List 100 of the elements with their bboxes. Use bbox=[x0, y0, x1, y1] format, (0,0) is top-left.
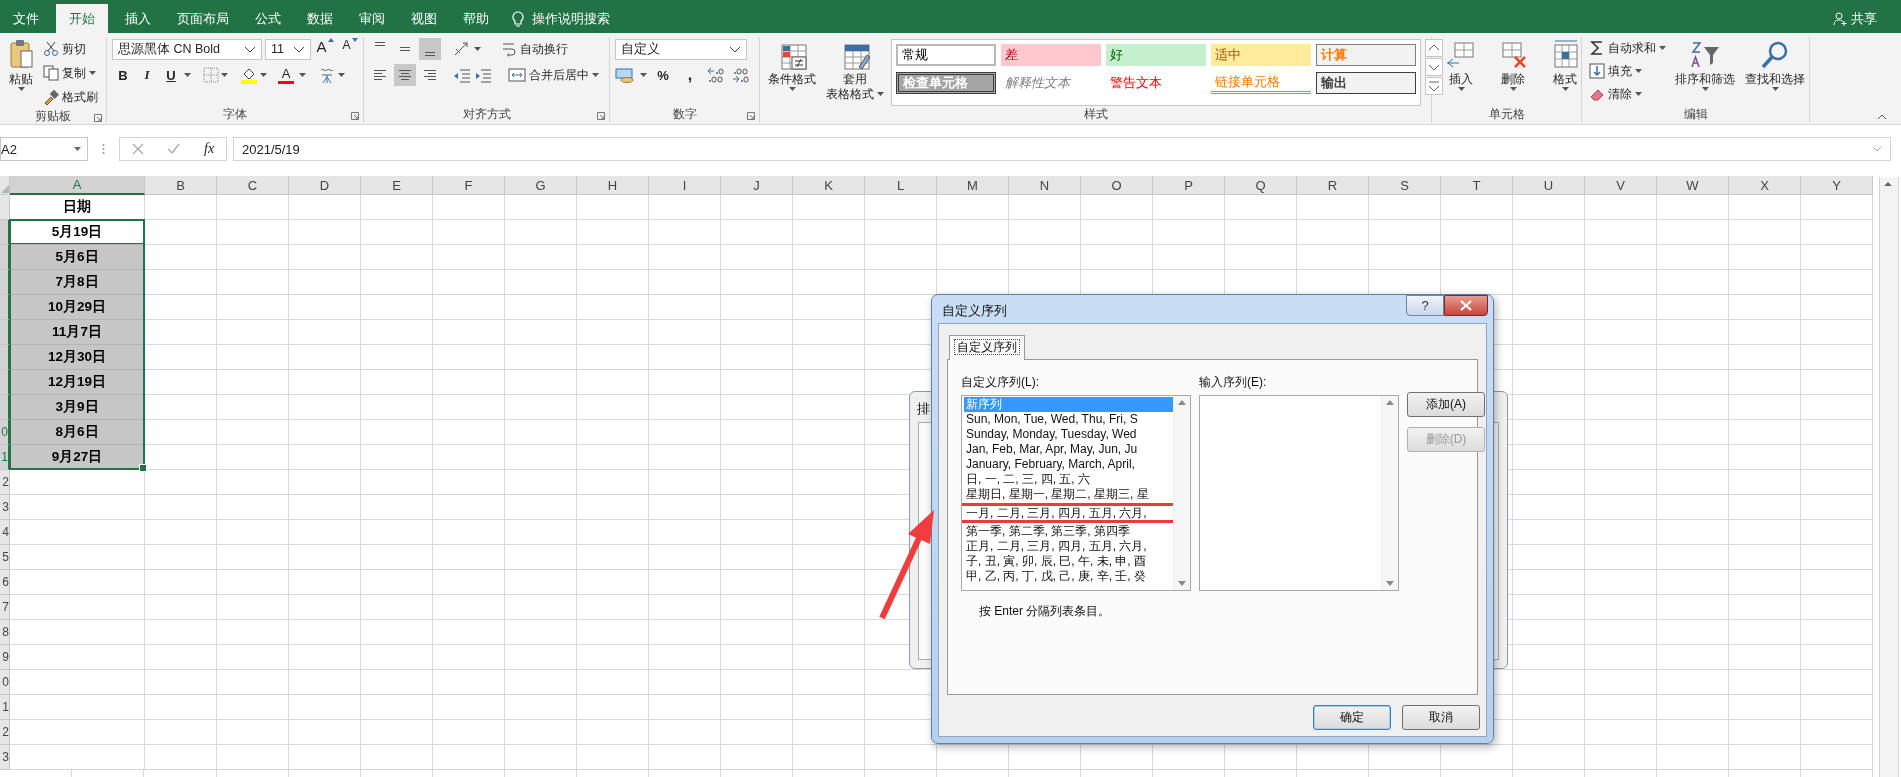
row-header[interactable] bbox=[0, 345, 10, 370]
close-button[interactable] bbox=[1444, 295, 1488, 316]
italic-button[interactable]: I bbox=[136, 64, 158, 86]
currency-icon[interactable] bbox=[615, 67, 635, 83]
bold-button[interactable]: B bbox=[112, 64, 134, 86]
underline-button[interactable]: U bbox=[160, 64, 182, 86]
collapse-ribbon-icon[interactable] bbox=[1877, 114, 1887, 120]
font-name-field[interactable]: 思源黑体 CN Bold bbox=[112, 38, 262, 60]
decrease-decimal-icon[interactable] bbox=[731, 66, 751, 84]
cut-button[interactable]: 剪切 bbox=[41, 38, 100, 60]
caret-icon[interactable] bbox=[592, 73, 599, 77]
row-header[interactable] bbox=[0, 320, 10, 345]
ribbon-tab[interactable]: 数据 bbox=[294, 4, 346, 33]
ribbon-tab[interactable]: 审阅 bbox=[346, 4, 398, 33]
column-header[interactable]: W bbox=[1657, 176, 1729, 195]
increase-decimal-icon[interactable] bbox=[706, 66, 726, 84]
formula-input[interactable]: 2021/5/19 bbox=[233, 137, 1891, 161]
horizontal-align-button[interactable] bbox=[394, 64, 416, 86]
fill-button[interactable]: 填充 bbox=[1587, 60, 1668, 82]
check-icon[interactable] bbox=[167, 143, 181, 155]
increase-indent-icon[interactable] bbox=[474, 67, 492, 83]
ribbon-tab[interactable]: 页面布局 bbox=[164, 4, 242, 33]
chevron-down-icon[interactable] bbox=[244, 45, 256, 53]
cells-button[interactable]: 删除 bbox=[1489, 37, 1537, 106]
column-header[interactable]: E bbox=[361, 176, 433, 195]
list-item[interactable]: 甲, 乙, 丙, 丁, 戊, 己, 庚, 辛, 壬, 癸 bbox=[964, 569, 1173, 584]
caret-icon[interactable] bbox=[299, 73, 306, 77]
sort-filter-button[interactable]: 排序和筛选 bbox=[1672, 37, 1738, 106]
caret-icon[interactable] bbox=[89, 71, 96, 75]
caret-icon[interactable] bbox=[1561, 87, 1569, 91]
list-item[interactable]: 一月, 二月, 三月, 四月, 五月, 六月, bbox=[962, 503, 1173, 523]
percent-button[interactable]: % bbox=[652, 64, 674, 86]
column-header[interactable]: B bbox=[145, 176, 217, 195]
font-size-field[interactable]: 11 bbox=[265, 38, 311, 60]
text-orientation-icon[interactable] bbox=[453, 41, 471, 57]
column-header[interactable]: S bbox=[1369, 176, 1441, 195]
column-header[interactable]: V bbox=[1585, 176, 1657, 195]
caret-icon[interactable] bbox=[1659, 46, 1666, 50]
cells-button[interactable]: 插入 bbox=[1437, 37, 1485, 106]
ok-button[interactable]: 确定 bbox=[1313, 705, 1391, 730]
caret-icon[interactable] bbox=[17, 87, 25, 91]
gallery-more-icon[interactable] bbox=[1425, 77, 1443, 95]
column-header[interactable]: T bbox=[1441, 176, 1513, 195]
caret-icon[interactable] bbox=[1771, 87, 1779, 91]
column-header[interactable]: Q bbox=[1225, 176, 1297, 195]
list-item[interactable]: 正月, 二月, 三月, 四月, 五月, 六月, bbox=[964, 539, 1173, 554]
copy-button[interactable]: 复制 bbox=[41, 62, 100, 84]
column-header[interactable]: G bbox=[505, 176, 577, 195]
column-header[interactable]: O bbox=[1081, 176, 1153, 195]
ribbon-tab[interactable]: 插入 bbox=[112, 4, 164, 33]
list-item[interactable]: Sun, Mon, Tue, Wed, Thu, Fri, S bbox=[964, 412, 1173, 427]
help-button[interactable]: ? bbox=[1406, 295, 1444, 316]
scroll-up-icon[interactable] bbox=[1386, 400, 1394, 405]
grow-font-button[interactable]: A bbox=[314, 38, 336, 60]
conditional-formatting-button[interactable]: 条件格式 bbox=[765, 37, 819, 106]
dialog-launcher-icon[interactable] bbox=[351, 112, 359, 120]
ribbon-tab[interactable]: 帮助 bbox=[450, 4, 502, 33]
format-as-table-button[interactable]: 套用 表格格式 bbox=[823, 37, 887, 106]
merge-center-button[interactable]: 合并后居中 bbox=[506, 64, 601, 86]
scroll-down-icon[interactable] bbox=[1178, 581, 1186, 586]
list-item[interactable]: 星期日, 星期一, 星期二, 星期三, 星 bbox=[964, 487, 1173, 502]
caret-icon[interactable] bbox=[640, 73, 647, 77]
caret-icon[interactable] bbox=[1457, 87, 1465, 91]
caret-icon[interactable] bbox=[338, 73, 345, 77]
caret-icon[interactable] bbox=[260, 73, 267, 77]
scroll-down-icon[interactable] bbox=[1386, 581, 1394, 586]
cell-style-option[interactable]: 常规 bbox=[896, 44, 996, 66]
chevron-down-icon[interactable] bbox=[293, 45, 305, 53]
column-header[interactable]: H bbox=[577, 176, 649, 195]
row-header[interactable] bbox=[0, 270, 10, 295]
row-header[interactable] bbox=[0, 370, 10, 395]
share-button[interactable]: 共享 bbox=[1851, 9, 1877, 28]
row-header[interactable] bbox=[0, 245, 10, 270]
column-header[interactable]: K bbox=[793, 176, 865, 195]
caret-icon[interactable] bbox=[1701, 87, 1709, 91]
list-item[interactable]: 子, 丑, 寅, 卯, 辰, 巳, 午, 未, 申, 酉 bbox=[964, 554, 1173, 569]
clear-button[interactable]: 清除 bbox=[1587, 83, 1668, 105]
column-header[interactable]: F bbox=[433, 176, 505, 195]
caret-icon[interactable] bbox=[184, 73, 191, 77]
caret-icon[interactable] bbox=[1635, 92, 1642, 96]
caret-icon[interactable] bbox=[877, 92, 884, 96]
wrap-text-button[interactable]: 自动换行 bbox=[499, 38, 570, 60]
name-box[interactable]: A2 bbox=[0, 137, 88, 161]
caret-icon[interactable] bbox=[474, 47, 481, 51]
tell-me-search[interactable]: 操作说明搜索 bbox=[532, 9, 610, 28]
column-header[interactable]: M bbox=[937, 176, 1009, 195]
column-header[interactable]: Y bbox=[1801, 176, 1873, 195]
format-painter-button[interactable]: 格式刷 bbox=[41, 86, 100, 108]
ribbon-tab[interactable]: 文件 bbox=[0, 4, 52, 33]
vertical-align-button[interactable] bbox=[419, 38, 441, 60]
row-header[interactable] bbox=[0, 220, 10, 245]
cell-style-option[interactable]: 输出 bbox=[1316, 72, 1416, 94]
ribbon-tab[interactable]: 视图 bbox=[398, 4, 450, 33]
column-header[interactable]: R bbox=[1297, 176, 1369, 195]
list-item[interactable]: 第一季, 第二季, 第三季, 第四季 bbox=[964, 524, 1173, 539]
phonetic-guide-icon[interactable] bbox=[318, 66, 336, 84]
cell-style-option[interactable]: 解释性文本 bbox=[1001, 72, 1101, 94]
chevron-down-icon[interactable] bbox=[729, 45, 741, 53]
dialog-launcher-icon[interactable] bbox=[597, 112, 605, 120]
cells-button[interactable]: 格式 bbox=[1541, 37, 1589, 106]
